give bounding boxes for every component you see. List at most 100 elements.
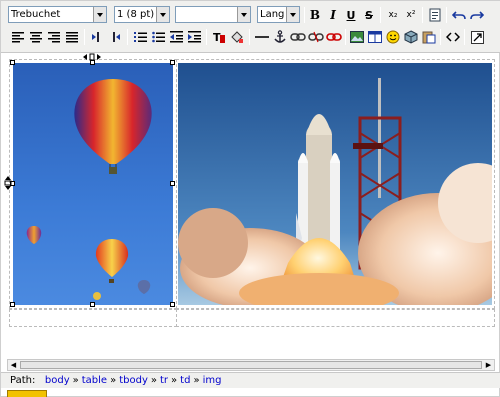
resize-handle[interactable] <box>10 60 15 65</box>
cube-icon <box>404 30 418 44</box>
justify-button[interactable] <box>63 28 81 46</box>
rtl-button[interactable] <box>106 28 124 46</box>
html-source-button[interactable] <box>444 28 462 46</box>
bold-button[interactable]: B <box>306 6 324 24</box>
unordered-list-button[interactable] <box>149 28 167 46</box>
scroll-right-icon[interactable]: ▶ <box>483 360 494 370</box>
insert-link-button[interactable] <box>289 28 307 46</box>
path-item-table[interactable]: table <box>82 375 107 386</box>
toolbar-separator <box>304 7 305 23</box>
path-item-tbody[interactable]: tbody <box>119 375 148 386</box>
undo-icon <box>452 11 466 20</box>
align-left-button[interactable] <box>9 28 27 46</box>
insert-object-button[interactable] <box>402 28 420 46</box>
clipboard-icon <box>422 31 436 44</box>
smiley-icon <box>386 30 400 44</box>
underline-button[interactable]: U <box>342 6 360 24</box>
subscript-button[interactable]: x₂ <box>384 6 402 24</box>
language-value: Lang <box>260 9 285 20</box>
column-resize-icon[interactable] <box>82 53 102 61</box>
indent-button[interactable] <box>185 28 203 46</box>
undo-button[interactable] <box>450 6 468 24</box>
element-path-bar: Path: body» table» tbody» tr» td» img <box>1 372 500 388</box>
rtl-icon <box>113 32 120 42</box>
horizontal-rule-icon <box>255 36 269 38</box>
redo-button[interactable] <box>468 6 486 24</box>
toolbar-row-2: T <box>2 26 500 49</box>
paste-word-button[interactable] <box>426 6 444 24</box>
resize-handle[interactable] <box>170 60 175 65</box>
strikethrough-button[interactable]: S <box>360 6 378 24</box>
scroll-left-icon[interactable]: ◀ <box>8 360 19 370</box>
horizontal-rule-button[interactable] <box>253 28 271 46</box>
ltr-icon <box>92 32 99 42</box>
unordered-list-icon <box>151 31 165 43</box>
resize-handle[interactable] <box>170 302 175 307</box>
horizontal-scrollbar[interactable]: ◀ ▶ <box>7 359 495 371</box>
outdent-button[interactable] <box>167 28 185 46</box>
space-shuttle-launch-image[interactable] <box>178 63 492 305</box>
ordered-list-button[interactable] <box>131 28 149 46</box>
table-cell[interactable] <box>9 309 177 327</box>
link-icon <box>290 33 306 41</box>
chevron-down-icon <box>286 7 299 22</box>
paste-icon <box>429 8 441 22</box>
superscript-button[interactable]: x² <box>402 6 420 24</box>
resize-handle[interactable] <box>170 181 175 186</box>
format-select[interactable] <box>175 6 251 23</box>
html-editor: Trebuchet 1 (8 pt) Lang B I U S x₂ x² T … <box>0 0 500 397</box>
cleanup-link-button[interactable] <box>325 28 343 46</box>
ltr-button[interactable] <box>88 28 106 46</box>
background-color-button[interactable] <box>228 28 246 46</box>
unlink-button[interactable] <box>307 28 325 46</box>
align-left-icon <box>12 31 24 42</box>
italic-button[interactable]: I <box>324 6 342 24</box>
resize-handle[interactable] <box>10 302 15 307</box>
red-link-icon <box>326 33 342 41</box>
toolbar-row-1: Trebuchet 1 (8 pt) Lang B I U S x₂ x² <box>2 3 500 26</box>
clipboard-button[interactable] <box>420 28 438 46</box>
path-label: Path: <box>10 375 36 386</box>
outdent-icon <box>169 31 183 43</box>
svg-text:T: T <box>213 31 221 44</box>
chevron-down-icon <box>237 7 250 22</box>
toolbar-separator <box>464 29 465 45</box>
fullscreen-icon <box>470 30 484 44</box>
path-item-tr[interactable]: tr <box>160 375 168 386</box>
align-right-icon <box>48 31 60 42</box>
justify-icon <box>66 31 78 42</box>
path-item-td[interactable]: td <box>180 375 190 386</box>
toolbar-separator <box>422 7 423 23</box>
font-size-select[interactable]: 1 (8 pt) <box>114 6 170 23</box>
row-resize-icon[interactable] <box>4 175 12 191</box>
align-right-button[interactable] <box>45 28 63 46</box>
ordered-list-icon <box>133 32 147 42</box>
text-color-icon: T <box>213 31 225 44</box>
font-family-select[interactable]: Trebuchet <box>8 6 107 23</box>
resize-handle[interactable] <box>90 302 95 307</box>
image-icon <box>350 31 364 43</box>
toolbar-separator <box>446 7 447 23</box>
fullscreen-button[interactable] <box>468 28 486 46</box>
text-color-button[interactable]: T <box>210 28 228 46</box>
help-icon[interactable] <box>7 390 47 397</box>
language-select[interactable]: Lang <box>257 6 300 23</box>
path-item-img[interactable]: img <box>203 375 222 386</box>
insert-image-button[interactable] <box>348 28 366 46</box>
align-center-icon <box>30 31 42 42</box>
align-center-button[interactable] <box>27 28 45 46</box>
toolbar-separator <box>84 29 85 45</box>
hot-air-balloons-image[interactable] <box>13 63 173 305</box>
scrollbar-thumb[interactable] <box>20 361 482 369</box>
toolbar-separator <box>249 29 250 45</box>
anchor-button[interactable] <box>271 28 289 46</box>
table-cell[interactable] <box>176 309 495 327</box>
font-family-value: Trebuchet <box>11 9 61 20</box>
code-icon <box>446 32 460 42</box>
insert-smiley-button[interactable] <box>384 28 402 46</box>
path-item-body[interactable]: body <box>45 375 70 386</box>
redo-icon <box>470 11 484 20</box>
toolbar-separator <box>345 29 346 45</box>
anchor-icon <box>274 30 286 43</box>
insert-table-button[interactable] <box>366 28 384 46</box>
